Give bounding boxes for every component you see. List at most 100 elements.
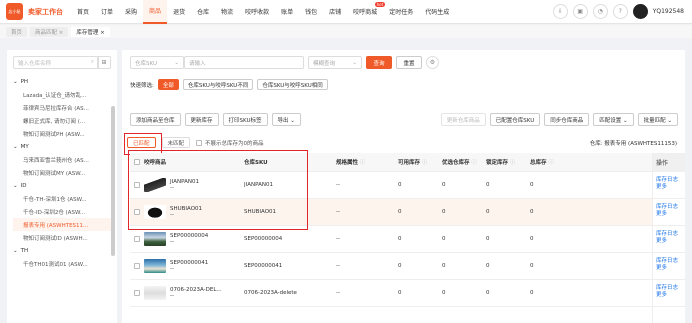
- tree-item[interactable]: 马来西亚雪兰莪州仓 (AS...: [13, 153, 111, 166]
- reset-button[interactable]: 重置: [396, 56, 422, 69]
- nav-item[interactable]: 定时任务: [383, 0, 419, 24]
- column-header-label: 锁定库存: [486, 160, 509, 166]
- nav-item[interactable]: 账单: [275, 0, 299, 24]
- nav-item[interactable]: 咬呼商城 hot: [347, 0, 386, 24]
- table-row[interactable]: 0706-2023A-DEL... -- 0706-2023A-delete -- 0 0…: [130, 280, 685, 307]
- match-mode-select[interactable]: 模糊查询 ⌄: [308, 56, 362, 69]
- row-select[interactable]: [130, 290, 144, 296]
- info-icon: ⓘ: [546, 160, 554, 166]
- total-stock: 0: [530, 182, 534, 188]
- tab-unmatched[interactable]: 未匹配: [161, 137, 191, 148]
- hide-zero-option[interactable]: 不展示总库存为0的商品: [196, 139, 264, 147]
- help-icon[interactable]: ?: [612, 4, 628, 19]
- preferred-stock: 0: [442, 209, 446, 215]
- more-link[interactable]: 更多: [656, 265, 682, 272]
- nav-item[interactable]: 仓库: [191, 0, 215, 24]
- nav-item[interactable]: 钱包: [299, 0, 323, 24]
- chevron-down-icon: ⌄: [174, 59, 179, 66]
- bell-icon[interactable]: ◔: [592, 4, 608, 19]
- settings-icon[interactable]: ⚙: [426, 56, 439, 69]
- table-row[interactable]: SEP00000041 -- SEP00000041 -- 0 0 0 0: [130, 253, 685, 280]
- tree-item[interactable]: 物知订阅测试MY (ASW...: [13, 166, 111, 179]
- tree-item[interactable]: 千仓TH01测试01 (ASW...: [13, 257, 111, 270]
- stock-log-link[interactable]: 库存日志: [656, 285, 682, 292]
- tree-item[interactable]: 螺旧正式库, 请勿订阅 (...: [13, 114, 111, 127]
- preferred-stock: 0: [442, 290, 446, 296]
- nav-item[interactable]: 商品: [143, 0, 168, 24]
- tree-item[interactable]: 报表专用 (ASWHTES11...: [13, 218, 111, 231]
- row-select[interactable]: [130, 263, 144, 269]
- nav-item[interactable]: 首页: [71, 0, 95, 24]
- row-select[interactable]: [130, 236, 144, 242]
- toolbar-button[interactable]: 匹配设置 ⌄: [593, 113, 634, 126]
- product-cell: SEP00000004 --: [144, 232, 244, 246]
- username[interactable]: YQ192548: [653, 8, 684, 15]
- product-name[interactable]: SEP00000004: [170, 233, 208, 239]
- tree-item[interactable]: 千仓-TH-深圳1仓 (ASW...: [13, 192, 111, 205]
- tree-item[interactable]: 物知订阅测试PH (ASW...: [13, 127, 111, 140]
- stock-log-link[interactable]: 库存日志: [656, 204, 682, 211]
- tree-item[interactable]: 菲律宾马尼拉库存合 (AS...: [13, 101, 111, 114]
- nav-item[interactable]: 店铺: [323, 0, 347, 24]
- product-name[interactable]: SEP00000041: [170, 260, 208, 266]
- preferred-stock: 0: [442, 182, 446, 188]
- table-row[interactable]: SEP00000004 -- SEP00000004 -- 0 0 0 0: [130, 226, 685, 253]
- quick-filter-tag[interactable]: 仓库SKU与咬呼SKU不同: [182, 79, 254, 90]
- stock-log-link[interactable]: 库存日志: [656, 177, 682, 184]
- row-checkbox[interactable]: [134, 290, 140, 296]
- nav-item[interactable]: 咬呼收款: [239, 0, 275, 24]
- tree-group[interactable]: ⌄ PH: [13, 75, 111, 88]
- hide-zero-checkbox[interactable]: [196, 139, 203, 146]
- sku-type-select[interactable]: 仓库SKU ⌄: [130, 56, 184, 69]
- tree-scrollbar[interactable]: [111, 106, 115, 256]
- page-tab[interactable]: 商品匹配 ×: [30, 26, 69, 37]
- operation-cell: 库存日志 更多: [653, 280, 685, 307]
- more-link[interactable]: 更多: [656, 184, 682, 191]
- more-link[interactable]: 更多: [656, 211, 682, 218]
- download-icon[interactable]: ⇩: [552, 4, 568, 19]
- search-button[interactable]: 查询: [366, 56, 392, 69]
- toolbar-button[interactable]: 同步仓库商品: [544, 113, 590, 126]
- sku-search-placeholder: 请输入: [189, 60, 206, 67]
- quick-filter-tag[interactable]: 仓库SKU与咬呼SKU相同: [257, 79, 328, 90]
- quick-filter-tag[interactable]: 全部: [157, 79, 179, 90]
- tree-item[interactable]: 千仓-ID-深圳2仓 (ASW...: [13, 205, 111, 218]
- more-link[interactable]: 更多: [656, 238, 682, 245]
- cart-icon[interactable]: ▣: [572, 4, 588, 19]
- nav-item[interactable]: 订单: [95, 0, 119, 24]
- toolbar-button[interactable]: 打印SKU标签: [222, 113, 268, 126]
- tree-item[interactable]: 物知订阅测试ID (ASWH...: [13, 231, 111, 244]
- tree-group[interactable]: ⌄ TH: [13, 244, 111, 257]
- row-checkbox[interactable]: [134, 236, 140, 242]
- toolbar-button[interactable]: 更新仓库商品: [440, 113, 486, 126]
- product-thumbnail: [144, 286, 166, 300]
- chevron-down-icon: ⌄: [13, 182, 18, 189]
- stock-log-link[interactable]: 库存日志: [656, 231, 682, 238]
- sku-search-input[interactable]: 请输入: [184, 56, 304, 69]
- toolbar-button[interactable]: 已配置仓库SKU: [489, 113, 541, 126]
- toolbar-button[interactable]: 批量匹配 ⌄: [637, 113, 678, 126]
- info-icon: ⓘ: [420, 160, 428, 166]
- toolbar-button[interactable]: 添加商品至仓库: [130, 113, 181, 126]
- nav-item[interactable]: 采购: [119, 0, 143, 24]
- tree-group[interactable]: ⌄ ID: [13, 179, 111, 192]
- locked-stock: 0: [486, 182, 490, 188]
- add-warehouse-icon[interactable]: ⊞: [97, 56, 111, 69]
- stock-log-link[interactable]: 库存日志: [656, 258, 682, 265]
- more-link[interactable]: 更多: [656, 292, 682, 299]
- page-tab[interactable]: 库存管理 ×: [71, 26, 110, 37]
- nav-item[interactable]: 物流: [215, 0, 239, 24]
- row-checkbox[interactable]: [134, 263, 140, 269]
- nav-item[interactable]: 代码生成: [419, 0, 455, 24]
- page-tab[interactable]: 首页: [6, 26, 28, 37]
- warehouse-search-input[interactable]: 输入仓库名称 ⌕: [13, 56, 99, 69]
- toolbar-button[interactable]: 更新库存: [184, 113, 219, 126]
- column-header: 优选仓库存 ⓘ: [442, 158, 486, 166]
- toolbar-button[interactable]: 导出 ⌄: [271, 113, 301, 126]
- nav-item[interactable]: 退货: [167, 0, 191, 24]
- tree-group[interactable]: ⌄ MY: [13, 140, 111, 153]
- brand-logo: 店小秘: [6, 3, 23, 20]
- tree-item[interactable]: Lazada_认证仓_请勿乱...: [13, 88, 111, 101]
- avatar[interactable]: [632, 4, 648, 19]
- product-name[interactable]: 0706-2023A-DEL...: [170, 287, 222, 293]
